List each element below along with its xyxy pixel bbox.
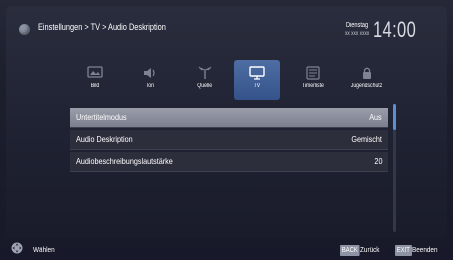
list-item-untertitelmodus[interactable]: Untertitelmodus Aus — [70, 108, 388, 128]
tab-tv[interactable]: TV — [234, 60, 280, 100]
list-item-audiobeschreibungslautstaerke[interactable]: Audiobeschreibungslautstärke 20 — [70, 152, 388, 172]
tab-bild[interactable]: Bild — [72, 60, 118, 100]
day-label: Dienstag — [346, 22, 369, 29]
settings-icon — [19, 24, 30, 35]
tab-label: Jugendschutz — [351, 83, 383, 89]
settings-list: Untertitelmodus Aus Audio Deskription Ge… — [70, 108, 388, 174]
list-item-value: Gemischt — [351, 134, 382, 144]
speaker-icon — [144, 68, 155, 78]
exit-label: Beenden — [412, 245, 438, 254]
exit-key-button[interactable]: EXIT — [395, 245, 412, 256]
parental-lock-icon — [363, 67, 371, 79]
tv-icon — [249, 66, 265, 80]
list-item-value: 20 — [373, 156, 382, 166]
tv-screen: Einstellungen > TV > Audio Deskription D… — [0, 0, 453, 260]
list-item-label: Audiobeschreibungslautstärke — [76, 156, 173, 166]
tab-quelle[interactable]: Quelle — [182, 60, 228, 100]
tab-label: Quelle — [197, 83, 213, 89]
footer-select-label: Wählen — [33, 245, 55, 254]
back-label: Zurück — [360, 245, 380, 254]
tab-label: Ton — [145, 83, 155, 89]
list-item-label: Audio Deskription — [76, 134, 133, 144]
list-item-label: Untertitelmodus — [76, 112, 127, 122]
tab-label: Timerliste — [302, 83, 324, 89]
list-item-value: Aus — [369, 112, 382, 122]
breadcrumb: Einstellungen > TV > Audio Deskription — [38, 22, 166, 32]
scrollbar[interactable] — [393, 104, 396, 232]
tab-label: TV — [253, 83, 261, 89]
antenna-icon — [198, 66, 212, 79]
scrollbar-thumb[interactable] — [393, 104, 396, 130]
back-key-button[interactable]: BACK — [340, 245, 360, 256]
picture-icon — [87, 66, 103, 78]
navigation-pad-icon — [11, 242, 23, 254]
tab-label: Bild — [90, 83, 100, 89]
tab-timerliste[interactable]: Timerliste — [290, 60, 336, 100]
clock: 14:00 — [373, 17, 417, 42]
tab-ton[interactable]: Ton — [127, 60, 173, 100]
list-item-audio-deskription[interactable]: Audio Deskription Gemischt — [70, 130, 388, 150]
tab-jugendschutz[interactable]: Jugendschutz — [344, 60, 390, 100]
timer-list-icon — [306, 66, 320, 80]
date-label: xx xxx xxxx — [345, 31, 370, 37]
